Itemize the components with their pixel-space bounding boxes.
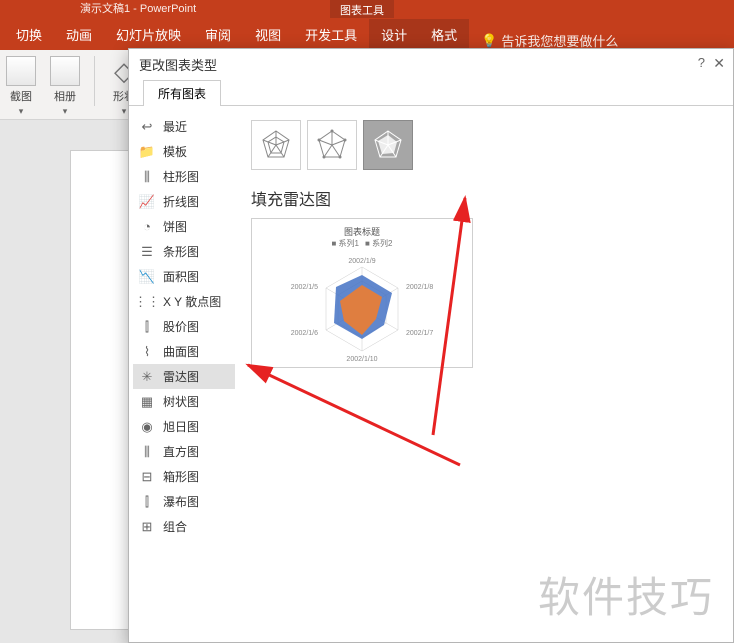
dialog-body: ↩ 最近 📁 模板 ⫼ 柱形图 📈 折线图 ◔ 饼图 ☰ 条形图 📉 面积图 ⋮⋮ X Y 散点图 ⫿ 股价图 ⌇ 曲… bbox=[129, 105, 733, 639]
sidebar-item-label: 最近 bbox=[163, 118, 187, 135]
filled-radar-icon bbox=[370, 127, 406, 163]
chart-type-icon: 📉 bbox=[139, 269, 155, 285]
sidebar-item-label: 面积图 bbox=[163, 268, 199, 285]
chart-type-icon: ↩ bbox=[139, 119, 155, 135]
bulb-icon: 💡 bbox=[481, 33, 497, 49]
sidebar-item-1[interactable]: 📁 模板 bbox=[133, 139, 235, 164]
chart-type-icon: ⌇ bbox=[139, 344, 155, 360]
chart-type-icon: ◔ bbox=[139, 219, 155, 235]
sidebar-item-label: 条形图 bbox=[163, 243, 199, 260]
sidebar-item-7[interactable]: ⋮⋮ X Y 散点图 bbox=[133, 289, 235, 314]
dialog-title: 更改图表类型 bbox=[129, 49, 733, 79]
variant-radar[interactable] bbox=[251, 120, 301, 170]
sidebar-item-label: 旭日图 bbox=[163, 418, 199, 435]
dialog-main: 填充雷达图 图表标题 ■ 系列1 ■ 系列2 bbox=[239, 106, 733, 639]
chart-preview[interactable]: 图表标题 ■ 系列1 ■ 系列2 bbox=[251, 218, 473, 368]
tab-slideshow[interactable]: 幻灯片放映 bbox=[104, 19, 193, 50]
chart-type-icon: ⫼ bbox=[139, 169, 155, 185]
chart-type-icon: ⫼ bbox=[139, 444, 155, 460]
sidebar-item-8[interactable]: ⫿ 股价图 bbox=[133, 314, 235, 339]
close-button[interactable]: ✕ bbox=[713, 55, 725, 72]
chart-type-icon: ⫿ bbox=[139, 494, 155, 510]
sidebar-item-label: 组合 bbox=[163, 518, 187, 535]
sidebar-item-9[interactable]: ⌇ 曲面图 bbox=[133, 339, 235, 364]
tab-animation[interactable]: 动画 bbox=[54, 19, 104, 50]
sidebar-item-10[interactable]: ✳ 雷达图 bbox=[133, 364, 235, 389]
svg-text:2002/1/6: 2002/1/6 bbox=[291, 330, 318, 337]
sidebar-item-12[interactable]: ◉ 旭日图 bbox=[133, 414, 235, 439]
tool-crop[interactable]: 截图▾ bbox=[6, 56, 36, 117]
sidebar-item-label: 模板 bbox=[163, 143, 187, 160]
sidebar-item-label: 曲面图 bbox=[163, 343, 199, 360]
chevron-down-icon: ▾ bbox=[63, 106, 68, 117]
sidebar-item-15[interactable]: ⫿ 瀑布图 bbox=[133, 489, 235, 514]
sidebar-item-label: 股价图 bbox=[163, 318, 199, 335]
crop-icon bbox=[6, 56, 36, 86]
chart-type-icon: ⋮⋮ bbox=[139, 294, 155, 310]
svg-text:2002/1/7: 2002/1/7 bbox=[406, 330, 433, 337]
sidebar-item-label: 雷达图 bbox=[163, 368, 199, 385]
chart-type-icon: ☰ bbox=[139, 244, 155, 260]
chevron-down-icon: ▾ bbox=[122, 106, 127, 117]
svg-text:2002/1/9: 2002/1/9 bbox=[348, 258, 375, 265]
sidebar-item-3[interactable]: 📈 折线图 bbox=[133, 189, 235, 214]
selected-chart-label: 填充雷达图 bbox=[251, 186, 721, 210]
sidebar-item-13[interactable]: ⫼ 直方图 bbox=[133, 439, 235, 464]
chart-type-icon: 📁 bbox=[139, 144, 155, 160]
sidebar-item-label: 箱形图 bbox=[163, 468, 199, 485]
tab-transition[interactable]: 切换 bbox=[4, 19, 54, 50]
ribbon: 演示文稿1 - PowerPoint 切换 动画 幻灯片放映 审阅 视图 开发工… bbox=[0, 0, 734, 50]
variant-radar-markers[interactable] bbox=[307, 120, 357, 170]
chart-type-icon: ⫿ bbox=[139, 319, 155, 335]
dialog-tabbar: 所有图表 bbox=[129, 79, 733, 105]
tool-album[interactable]: 相册▾ bbox=[50, 56, 80, 117]
sidebar-item-16[interactable]: ⊞ 组合 bbox=[133, 514, 235, 539]
context-tab-label: 图表工具 bbox=[330, 0, 394, 18]
variant-filled-radar[interactable] bbox=[363, 120, 413, 170]
sidebar-item-2[interactable]: ⫼ 柱形图 bbox=[133, 164, 235, 189]
sidebar-item-6[interactable]: 📉 面积图 bbox=[133, 264, 235, 289]
change-chart-type-dialog: 更改图表类型 ? ✕ 所有图表 ↩ 最近 📁 模板 ⫼ 柱形图 📈 折线图 ◔ 饼图 ☰ 条形图 📉 面积… bbox=[128, 48, 734, 643]
svg-text:2002/1/8: 2002/1/8 bbox=[406, 284, 433, 291]
chart-type-icon: ⊟ bbox=[139, 469, 155, 485]
tab-review[interactable]: 审阅 bbox=[193, 19, 243, 50]
chart-type-icon: ✳ bbox=[139, 369, 155, 385]
sidebar-item-label: 瀑布图 bbox=[163, 493, 199, 510]
help-button[interactable]: ? bbox=[698, 55, 705, 70]
sidebar-item-4[interactable]: ◔ 饼图 bbox=[133, 214, 235, 239]
album-icon bbox=[50, 56, 80, 86]
sidebar-item-14[interactable]: ⊟ 箱形图 bbox=[133, 464, 235, 489]
sidebar-item-0[interactable]: ↩ 最近 bbox=[133, 114, 235, 139]
tab-format[interactable]: 格式 bbox=[419, 19, 469, 50]
sidebar-item-label: 饼图 bbox=[163, 218, 187, 235]
radar-markers-icon bbox=[314, 127, 350, 163]
sidebar-item-label: X Y 散点图 bbox=[163, 293, 221, 310]
radar-icon bbox=[258, 127, 294, 163]
radar-preview-svg: 2002/1/9 2002/1/8 2002/1/7 2002/1/10 200… bbox=[262, 251, 462, 361]
chart-type-icon: ◉ bbox=[139, 419, 155, 435]
sidebar-item-5[interactable]: ☰ 条形图 bbox=[133, 239, 235, 264]
tab-design[interactable]: 设计 bbox=[369, 19, 419, 50]
svg-text:2002/1/5: 2002/1/5 bbox=[291, 284, 318, 291]
chart-type-icon: 📈 bbox=[139, 194, 155, 210]
sidebar-item-11[interactable]: ▦ 树状图 bbox=[133, 389, 235, 414]
sidebar-item-label: 树状图 bbox=[163, 393, 199, 410]
preview-title: 图表标题 bbox=[344, 225, 380, 238]
variant-row bbox=[251, 120, 721, 170]
sidebar-item-label: 直方图 bbox=[163, 443, 199, 460]
preview-legend: ■ 系列1 ■ 系列2 bbox=[331, 238, 392, 249]
ribbon-tabs: 切换 动画 幻灯片放映 审阅 视图 开发工具 设计 格式 💡告诉我您想要做什么 bbox=[0, 18, 734, 50]
chart-type-sidebar: ↩ 最近 📁 模板 ⫼ 柱形图 📈 折线图 ◔ 饼图 ☰ 条形图 📉 面积图 ⋮⋮ X Y 散点图 ⫿ 股价图 ⌇ 曲… bbox=[129, 106, 239, 639]
tab-all-charts[interactable]: 所有图表 bbox=[143, 80, 221, 106]
chart-type-icon: ⊞ bbox=[139, 519, 155, 535]
tab-devtools[interactable]: 开发工具 bbox=[293, 19, 369, 50]
chart-type-icon: ▦ bbox=[139, 394, 155, 410]
tab-view[interactable]: 视图 bbox=[243, 19, 293, 50]
sidebar-item-label: 折线图 bbox=[163, 193, 199, 210]
sidebar-item-label: 柱形图 bbox=[163, 168, 199, 185]
svg-text:2002/1/10: 2002/1/10 bbox=[346, 356, 377, 361]
chevron-down-icon: ▾ bbox=[19, 106, 24, 117]
